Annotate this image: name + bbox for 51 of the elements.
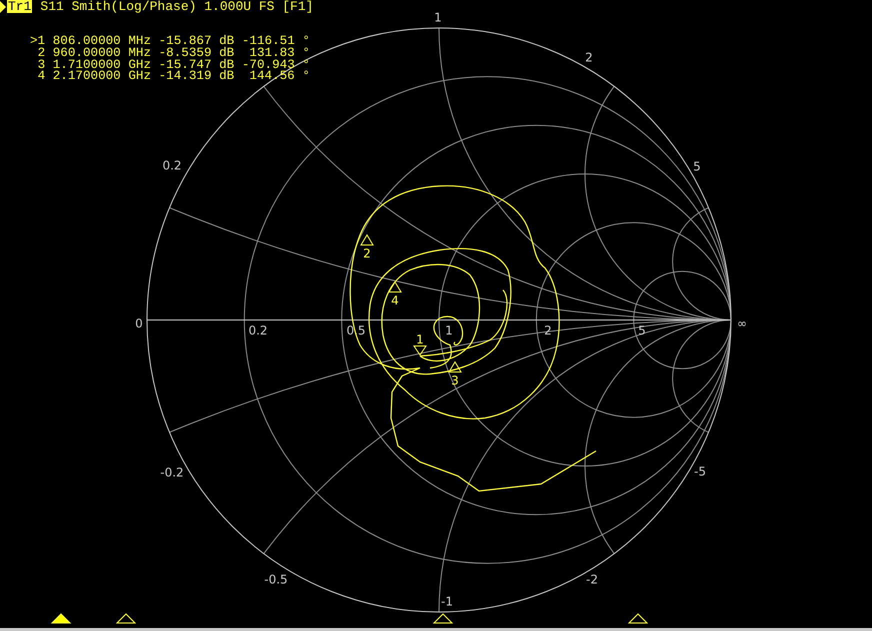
marker-frequency: 806.00000 xyxy=(52,36,121,48)
phase-unit: ° xyxy=(302,60,310,72)
frequency-unit: MHz xyxy=(128,36,152,48)
reactance-label: -5 xyxy=(694,464,706,478)
resistance-label: 1 xyxy=(445,323,453,338)
marker-frequency: 2.1700000 xyxy=(52,71,121,84)
marker-magnitude: -8.5359 xyxy=(158,48,212,60)
stimulus-marker-icon[interactable] xyxy=(432,613,454,624)
marker-label: 1 xyxy=(416,332,424,346)
marker-number: >1 xyxy=(30,36,46,48)
magnitude-unit: dB xyxy=(219,36,234,48)
marker-phase: -70.943 xyxy=(242,60,295,72)
marker-number: 2 xyxy=(36,48,46,60)
resistance-label: ∞ xyxy=(737,316,747,330)
marker-label: 3 xyxy=(451,373,459,388)
magnitude-unit: dB xyxy=(219,48,234,60)
marker-magnitude: -14.319 xyxy=(158,71,212,84)
stimulus-marker-icon[interactable] xyxy=(116,613,136,624)
reactance-label: -0.5 xyxy=(264,572,288,586)
reactance-label: -0.2 xyxy=(160,465,184,480)
marker-label: 4 xyxy=(391,293,399,308)
reactance-label: 1 xyxy=(434,10,442,24)
phase-unit: ° xyxy=(302,48,310,60)
marker-label: 2 xyxy=(363,246,371,260)
marker-phase: 131.83 xyxy=(249,48,295,60)
reactance-label: -2 xyxy=(586,572,598,586)
marker-frequency: 1.7100000 xyxy=(52,60,121,72)
phase-unit: ° xyxy=(302,36,310,48)
reactance-label: -1 xyxy=(441,594,453,608)
resistance-label: 5 xyxy=(638,323,646,338)
resistance-label: 0 xyxy=(135,316,143,330)
marker-magnitude: -15.867 xyxy=(158,36,212,48)
marker-number: 3 xyxy=(36,60,46,72)
resistance-label: 0.2 xyxy=(248,323,268,338)
marker-magnitude: -15.747 xyxy=(158,60,212,72)
marker-frequency: 960.00000 xyxy=(52,48,121,60)
stimulus-marker-icon[interactable] xyxy=(50,613,72,624)
reactance-label: 5 xyxy=(693,159,701,174)
reactance-label: 0.2 xyxy=(162,158,182,172)
frequency-unit: GHz xyxy=(128,60,152,72)
marker-number: 4 xyxy=(36,71,46,84)
magnitude-unit: dB xyxy=(219,71,234,84)
marker-phase: -116.51 xyxy=(242,36,295,48)
triangle-icon xyxy=(0,0,6,12)
reactance-label: 2 xyxy=(585,50,593,64)
stimulus-marker-icon[interactable] xyxy=(628,613,648,624)
frequency-unit: GHz xyxy=(128,71,152,84)
phase-unit: ° xyxy=(302,71,310,84)
frequency-unit: MHz xyxy=(128,48,152,60)
trace-title: S11 Smith(Log/Phase) 1.000U FS [F1] xyxy=(40,0,314,13)
scroll-bar[interactable] xyxy=(0,628,872,631)
